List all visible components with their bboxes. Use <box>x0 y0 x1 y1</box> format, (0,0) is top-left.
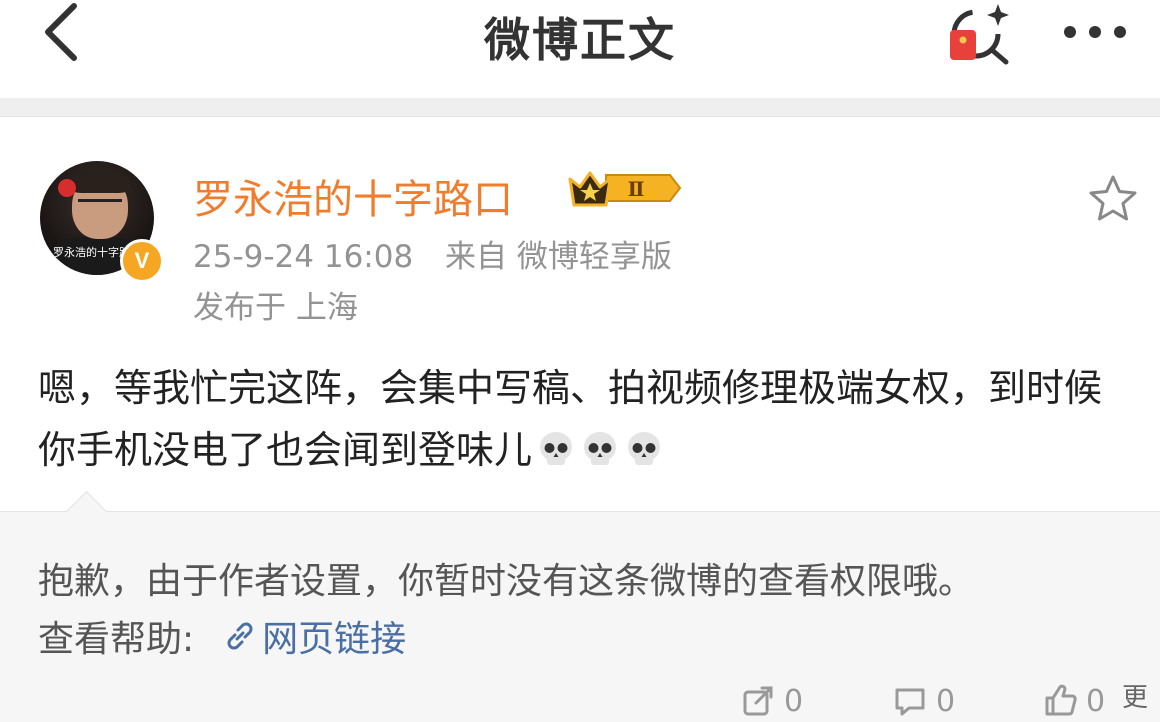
help-label: 查看帮助: <box>38 619 195 660</box>
red-packet-search-icon <box>950 4 1009 65</box>
top-nav-bar: 微博正文 <box>0 0 1160 98</box>
like-button[interactable]: 0 <box>1042 683 1105 719</box>
avatar-glasses <box>78 199 122 212</box>
more-button[interactable] <box>1060 10 1130 54</box>
permission-notice: 抱歉，由于作者设置，你暂时没有这条微博的查看权限哦。 查看帮助: 网页链接 0 … <box>0 490 1160 722</box>
post-meta: 25-9-24 16:08 来自 微博轻享版 <box>193 231 672 276</box>
more-icon <box>1064 26 1126 38</box>
comment-icon <box>895 688 925 716</box>
repost-count: 0 <box>784 683 804 719</box>
more-text[interactable]: 更 <box>1122 677 1148 714</box>
action-bar: 0 0 0 更 <box>0 677 1160 722</box>
favorite-button[interactable] <box>1086 173 1140 225</box>
star-icon <box>1089 175 1137 221</box>
repost-button[interactable]: 0 <box>740 683 803 719</box>
comment-count: 0 <box>936 683 956 719</box>
repost-icon <box>743 686 773 716</box>
skull-emoji <box>540 432 573 465</box>
notice-message: 抱歉，由于作者设置，你暂时没有这条微博的查看权限哦。 <box>38 561 975 602</box>
member-level: Ⅱ <box>628 177 645 201</box>
post-location: 发布于 上海 <box>193 290 358 326</box>
post-source: 来自 微博轻享版 <box>445 239 672 275</box>
post-card: 罗永浩的十字路口 V 罗永浩的十字路口 Ⅱ 25-9-24 16:08 来自 微… <box>0 117 1160 511</box>
like-count: 0 <box>1086 683 1106 719</box>
skull-emoji <box>628 432 661 465</box>
crown-icon: Ⅱ <box>568 171 682 207</box>
red-packet-search-button[interactable] <box>944 0 1014 66</box>
comment-button[interactable]: 0 <box>892 683 955 719</box>
help-link-text: 网页链接 <box>262 619 407 660</box>
author-name[interactable]: 罗永浩的十字路口 <box>193 167 513 225</box>
skull-emoji <box>584 432 617 465</box>
link-icon <box>227 622 253 650</box>
verified-badge: V <box>120 239 164 283</box>
help-link[interactable]: 网页链接 <box>222 610 406 662</box>
help-line: 查看帮助: 网页链接 <box>38 610 406 662</box>
section-divider <box>0 98 1160 117</box>
avatar-logo-icon <box>58 179 76 197</box>
like-icon <box>1045 684 1077 716</box>
post-body: 嗯，等我忙完这阵，会集中写稿、拍视频修理极端女权，到时候你手机没电了也会闻到登味… <box>38 357 1128 481</box>
member-level-badge[interactable]: Ⅱ <box>566 165 682 211</box>
post-time: 25-9-24 16:08 <box>193 239 414 275</box>
avatar-hair <box>70 171 130 193</box>
